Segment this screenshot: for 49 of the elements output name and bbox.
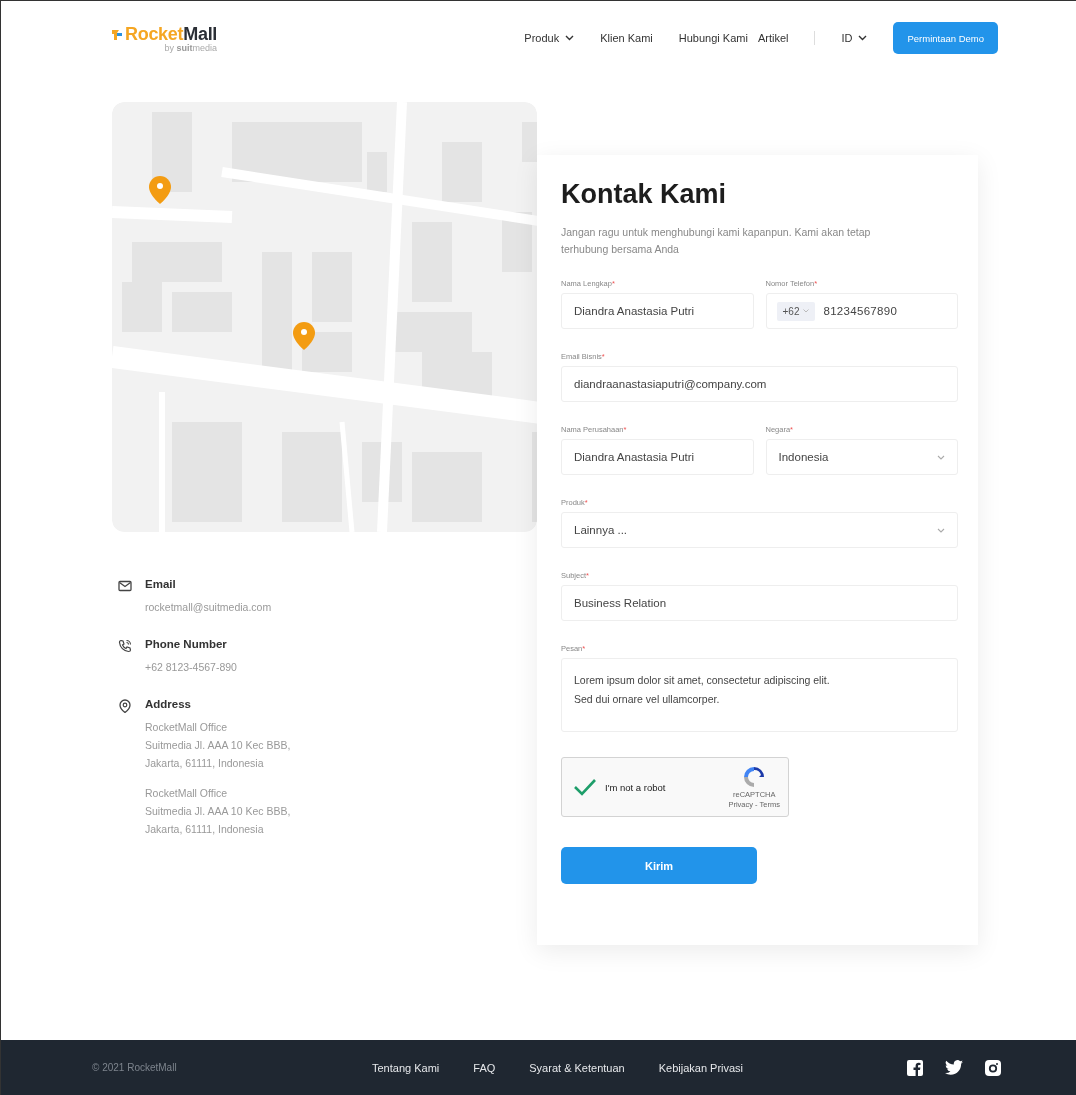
contact-info-title: Email: [145, 578, 177, 590]
footer-link[interactable]: Kebijakan Privasi: [658, 1061, 744, 1074]
nav-link[interactable]: Klien Kami: [600, 32, 653, 44]
language-selector[interactable]: ID: [841, 32, 868, 44]
flag-icon: [111, 28, 123, 40]
recaptcha-logo-icon: [742, 765, 767, 789]
location-pin-icon: [118, 699, 132, 713]
map-pin-icon: [293, 322, 315, 350]
logo[interactable]: RocketMall by suitmedia: [111, 23, 218, 53]
form-intro: Jangan ragu untuk menghubungi kami kapanpun. Kami akan tetap terhubung bersama Anda: [561, 225, 871, 257]
copyright-text: © 2021 RocketMall: [92, 1062, 178, 1073]
contact-info-title: Phone Number: [145, 638, 228, 650]
logo-tagline: by suitmedia: [164, 42, 218, 53]
phone-icon: [118, 639, 132, 653]
captcha-label: I'm not a robot: [605, 781, 667, 793]
country-code-select[interactable]: +62: [776, 301, 816, 321]
message-textarea[interactable]: Lorem ipsum dolor sit amet, consectetur adipiscing elit. Sed dui ornare vel ullamcorper.: [561, 658, 958, 732]
camera-icon[interactable]: [985, 1059, 1001, 1076]
footer-link[interactable]: Syarat & Ketentuan: [529, 1061, 625, 1074]
bird-icon[interactable]: [945, 1060, 963, 1075]
contact-info-text: +62 8123-4567-890: [145, 660, 237, 675]
logo-text: RocketMall: [125, 23, 218, 44]
chevron-down-icon: [937, 527, 945, 533]
map-pin-icon: [149, 176, 171, 204]
footer-link[interactable]: Tentang Kami: [372, 1061, 440, 1074]
chevron-down-icon: [937, 454, 945, 460]
phone-field[interactable]: +62 81234567890: [765, 293, 958, 329]
footer-link[interactable]: FAQ: [473, 1061, 496, 1074]
form-title: Kontak Kami: [561, 179, 728, 210]
contact-info-title: Address: [145, 698, 193, 710]
envelope-icon: [118, 579, 132, 593]
contact-info-text: RocketMall Office Suitmedia Jl. AAA 10 Kec BBB, Jakarta, 61111, Indonesia: [145, 786, 291, 837]
select-field[interactable]: Lainnya ...: [561, 512, 958, 548]
input-field[interactable]: Business Relation: [561, 585, 958, 621]
nav-link[interactable]: Produk: [524, 32, 575, 44]
input-field[interactable]: diandraanastasiaputri@company.com: [561, 366, 958, 402]
contact-info-text: rocketmall@suitmedia.com: [145, 600, 272, 615]
phone-number-value: 81234567890: [823, 305, 898, 317]
input-field[interactable]: Diandra Anastasia Putri: [561, 293, 754, 329]
nav-link[interactable]: Artikel: [757, 32, 789, 44]
checkmark-icon[interactable]: [573, 778, 597, 796]
select-field[interactable]: Indonesia: [765, 439, 958, 475]
input-field[interactable]: Diandra Anastasia Putri: [561, 439, 754, 475]
f-logo-icon[interactable]: [907, 1059, 923, 1076]
chevron-down-icon: [565, 35, 575, 41]
contact-info-text: RocketMall Office Suitmedia Jl. AAA 10 Kec BBB, Jakarta, 61111, Indonesia: [145, 720, 291, 771]
chevron-down-icon: [858, 35, 868, 41]
chevron-down-icon: [803, 309, 810, 313]
nav-link[interactable]: Hubungi Kami: [678, 32, 748, 44]
